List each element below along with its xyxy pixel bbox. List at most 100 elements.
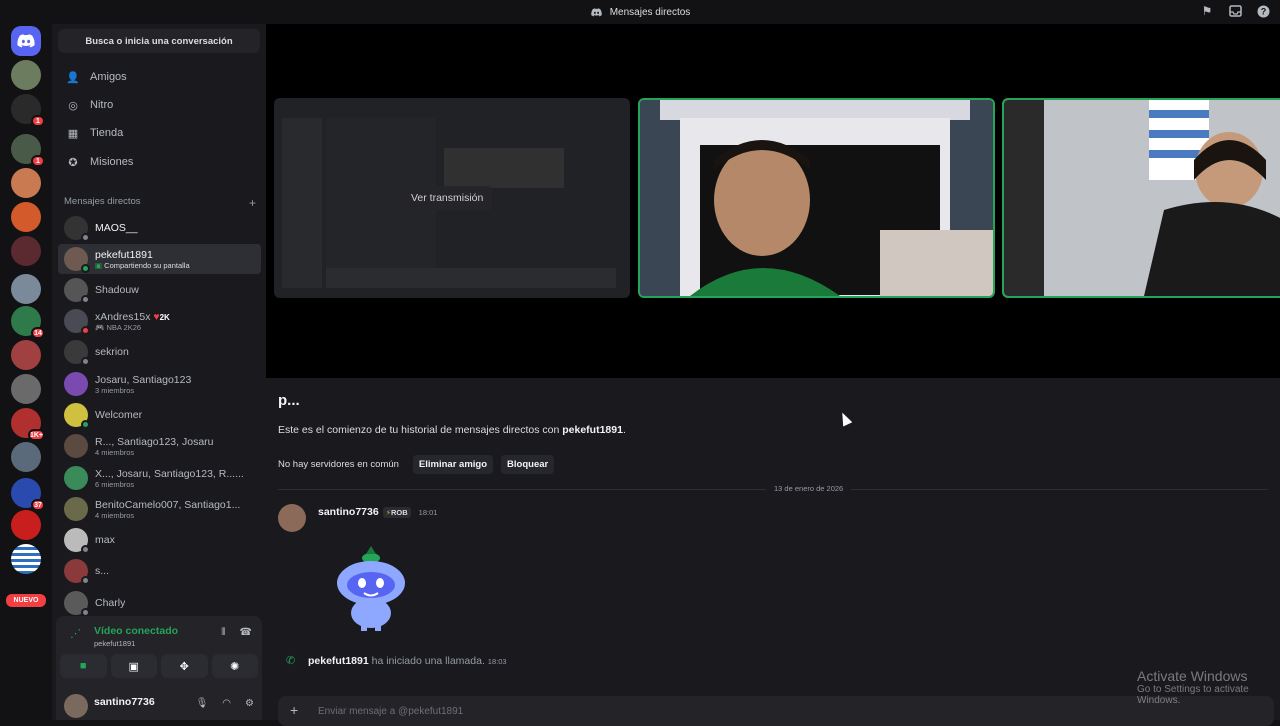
add-dm-icon[interactable]: +: [249, 196, 256, 210]
search-button[interactable]: Busca o inicia una conversación: [58, 29, 260, 53]
noise-suppression-icon[interactable]: ⦀: [221, 627, 225, 638]
dm-intro: Este es el comienzo de tu historial de m…: [278, 424, 626, 436]
notification-badge: 37: [31, 499, 45, 511]
headphones-icon[interactable]: ◠: [222, 698, 231, 709]
dm-item[interactable]: X..., Josaru, Santiago123, R...... 6 mie…: [58, 463, 261, 493]
nav-label: Tienda: [90, 127, 124, 139]
dm-item[interactable]: max: [58, 525, 261, 555]
camera-feed-2: [1004, 100, 1280, 296]
message-time: 18:01: [418, 507, 438, 517]
server-icon[interactable]: [11, 236, 41, 266]
disconnect-icon[interactable]: ☎: [240, 627, 252, 638]
nav-quests[interactable]: ✪ Misiones: [58, 149, 260, 175]
new-badge: NUEVO: [6, 594, 46, 607]
home-discord-icon[interactable]: [11, 26, 41, 56]
dm-item[interactable]: Welcomer: [58, 400, 261, 430]
activate-windows-watermark: Activate Windows Go to Settings to activ…: [1137, 668, 1280, 706]
camera-button[interactable]: ■: [60, 654, 107, 678]
avatar[interactable]: [64, 694, 88, 718]
dm-item[interactable]: Shadouw: [58, 275, 261, 305]
server-icon[interactable]: 1: [11, 94, 45, 127]
inbox-icon[interactable]: [1228, 4, 1242, 18]
settings-gear-icon[interactable]: ⚙: [245, 698, 254, 709]
nav-label: Misiones: [90, 156, 134, 168]
server-icon[interactable]: [11, 510, 41, 540]
title-bar: Mensajes directos ⚑ ?: [0, 0, 1280, 24]
voice-panel: ⋰ Vídeo conectado pekefut1891 ⦀ ☎ ■ ▣ ✥ …: [56, 616, 262, 686]
avatar: [64, 278, 90, 304]
dm-item[interactable]: s...: [58, 556, 261, 586]
remove-friend-button[interactable]: Eliminar amigo: [412, 455, 494, 474]
dm-item-active[interactable]: pekefut1891 ▣ Compartiendo su pantalla: [58, 244, 261, 274]
call-user[interactable]: pekefut1891: [308, 655, 369, 667]
intro-username: pekefut1891: [562, 424, 623, 436]
dm-item[interactable]: Charly: [58, 588, 261, 618]
stream-tile[interactable]: Ver transmisión: [274, 98, 630, 298]
dm-name: s...: [95, 565, 110, 577]
dm-item[interactable]: sekrion: [58, 337, 261, 367]
server-icon[interactable]: 1K+: [11, 408, 45, 441]
dm-name: Charly: [95, 597, 126, 609]
server-icon[interactable]: 37: [11, 478, 45, 511]
nav-shop[interactable]: ▦ Tienda: [58, 120, 260, 146]
game-icon: 🎮: [95, 322, 107, 332]
server-icon[interactable]: [11, 202, 41, 232]
server-icon[interactable]: [11, 274, 41, 304]
dm-members: 6 miembros: [95, 479, 135, 489]
group-avatar: [64, 466, 88, 490]
group-avatar: [64, 372, 88, 396]
message-header: santino7736 ⚡ROB 18:01: [318, 506, 437, 518]
dm-item[interactable]: BenitoCamelo007, Santiago1... 4 miembros: [58, 494, 261, 524]
nav-nitro[interactable]: ◎ Nitro: [58, 92, 260, 118]
activities-button[interactable]: ✥: [161, 654, 208, 678]
avatar[interactable]: [278, 504, 306, 532]
server-icon[interactable]: [11, 60, 41, 90]
avatar: [64, 528, 90, 554]
dm-section-header: Mensajes directos +: [64, 196, 256, 210]
nav-friends[interactable]: 👤 Amigos: [58, 64, 260, 90]
server-icon[interactable]: 1: [11, 134, 45, 167]
call-text: ha iniciado una llamada.: [371, 654, 485, 667]
dm-name: pekefut1891: [95, 248, 153, 261]
dm-item[interactable]: xAndres15x ♥2K 🎮 NBA 2K26: [58, 306, 261, 336]
add-attachment-icon[interactable]: +: [290, 702, 298, 718]
view-stream-button[interactable]: Ver transmisión: [402, 186, 493, 210]
help-icon[interactable]: ?: [1256, 4, 1270, 18]
server-icon[interactable]: [11, 544, 41, 574]
activities-icon: ✥: [179, 660, 189, 673]
server-icon[interactable]: [11, 340, 41, 370]
message-author[interactable]: santino7736: [318, 506, 379, 518]
soundboard-button[interactable]: ✺: [211, 654, 258, 678]
dm-item[interactable]: Josaru, Santiago123 3 miembros: [58, 369, 261, 399]
window-title: Mensajes directos: [609, 6, 691, 18]
avatar: [64, 559, 90, 585]
camera-tile[interactable]: [1002, 98, 1280, 298]
nav-label: Nitro: [90, 99, 114, 111]
block-button[interactable]: Bloquear: [501, 455, 555, 474]
guild-tag[interactable]: ⚡ROB: [382, 506, 411, 518]
server-icon[interactable]: [11, 168, 41, 198]
user-name[interactable]: santino7736: [94, 696, 155, 708]
dm-item[interactable]: R..., Santiago123, Josaru 4 miembros: [58, 431, 261, 461]
dm-name: Josaru, Santiago123: [95, 373, 192, 386]
svg-text:?: ?: [1260, 6, 1266, 16]
flag-icon[interactable]: ⚑: [1200, 4, 1214, 18]
screen-share-button[interactable]: ▣: [110, 654, 157, 678]
screen-share-icon: ▣: [128, 660, 139, 673]
voice-channel[interactable]: pekefut1891: [94, 639, 135, 648]
camera-tile[interactable]: [638, 98, 995, 298]
dm-members: 3 miembros: [95, 385, 135, 395]
server-icon[interactable]: [11, 442, 41, 472]
mic-icon[interactable]: 🎙: [196, 698, 209, 709]
dm-item[interactable]: MAOS__: [58, 213, 261, 243]
dm-name: xAndres15x ♥2K: [95, 310, 170, 323]
server-icon[interactable]: 14: [11, 306, 45, 339]
dm-name: max: [95, 534, 115, 546]
server-icon[interactable]: [11, 374, 41, 404]
chat-area: p... Este es el comienzo de tu historial…: [266, 378, 1280, 726]
voice-status[interactable]: Vídeo conectado: [94, 625, 178, 637]
message-input[interactable]: + Enviar mensaje a @pekefut1891: [278, 696, 1274, 726]
wumpus-sticker[interactable]: [326, 538, 416, 633]
dm-members: 4 miembros: [95, 447, 135, 457]
avatar: [64, 403, 90, 429]
